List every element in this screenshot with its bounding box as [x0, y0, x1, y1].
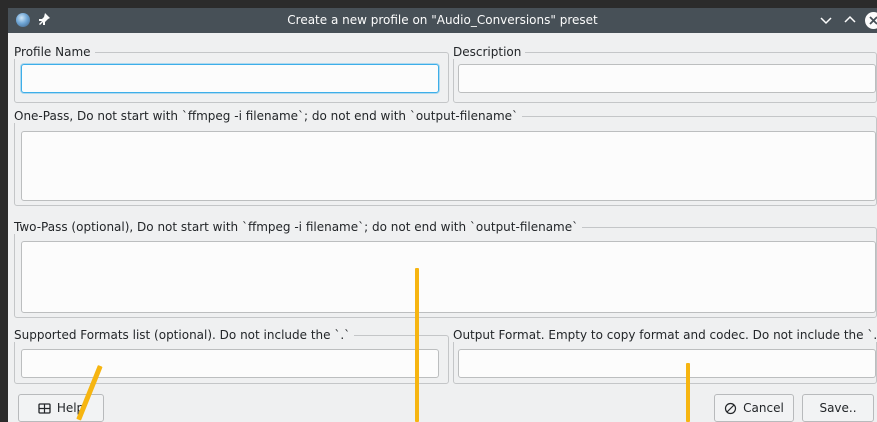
one-pass-textarea[interactable] [21, 131, 876, 201]
help-button[interactable]: Help [18, 394, 104, 422]
chevron-down-icon[interactable] [818, 12, 834, 28]
supported-formats-label: Supported Formats list (optional). Do no… [14, 328, 355, 342]
annotation-marker [415, 268, 419, 422]
cancel-icon [725, 402, 737, 414]
description-label: Description [453, 45, 526, 59]
chevron-up-icon[interactable] [842, 12, 858, 28]
two-pass-textarea[interactable] [21, 241, 876, 313]
title-bar[interactable]: Create a new profile on "Audio_Conversio… [8, 8, 877, 33]
cancel-button-label: Cancel [743, 401, 784, 415]
one-pass-label: One-Pass, Do not start with `ffmpeg -i f… [14, 109, 523, 123]
two-pass-label: Two-Pass (optional), Do not start with `… [14, 220, 583, 234]
window-title: Create a new profile on "Audio_Conversio… [287, 13, 598, 27]
cancel-button[interactable]: Cancel [714, 394, 794, 422]
profile-name-input[interactable] [21, 64, 439, 93]
profile-name-label: Profile Name [14, 45, 95, 59]
annotation-marker [686, 363, 690, 422]
help-icon [38, 402, 51, 414]
save-button-label: Save.. [819, 401, 857, 415]
profile-dialog-window: Create a new profile on "Audio_Conversio… [8, 8, 877, 422]
supported-formats-input[interactable] [21, 349, 439, 378]
output-format-input[interactable] [458, 349, 876, 378]
output-format-label: Output Format. Empty to copy format and … [453, 328, 877, 342]
save-button[interactable]: Save.. [802, 394, 874, 422]
description-input[interactable] [458, 64, 876, 93]
close-icon[interactable] [865, 12, 877, 29]
